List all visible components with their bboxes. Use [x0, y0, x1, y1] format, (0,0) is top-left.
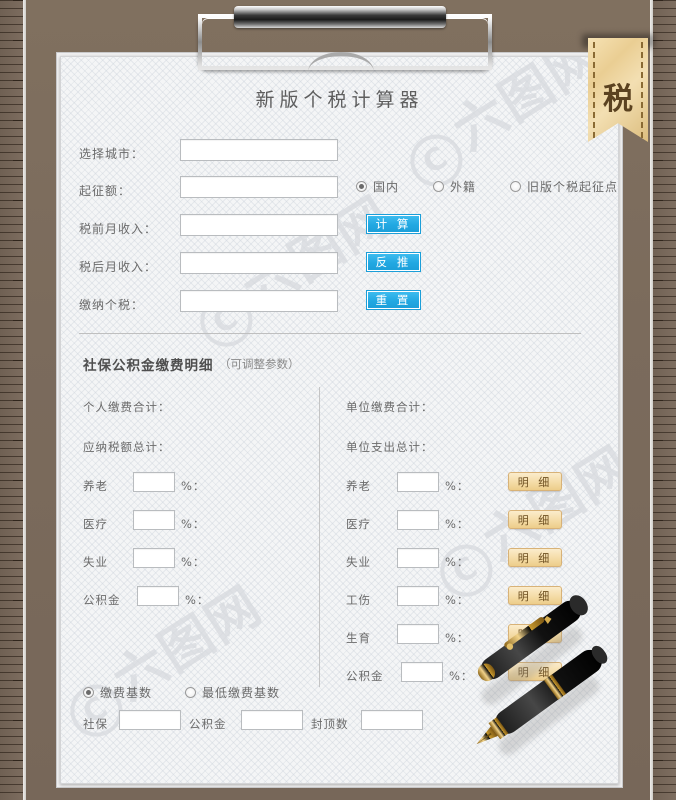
detail-button-unemployment[interactable]: 明 细 — [508, 548, 562, 567]
unit-personal-unemployment: %： — [181, 555, 206, 569]
label-company-maternity: 生育 — [346, 631, 371, 645]
watermark-logo-2: C六图网 — [387, 57, 614, 197]
app-window: C六图网 C六图网 C六图网 C六图网 新版个税计算器 选择城市： 起征额： — [0, 0, 676, 800]
radio-foreign-label: 外籍 — [450, 180, 477, 194]
column-divider — [319, 387, 320, 687]
paper-edge-right — [650, 0, 653, 800]
radio-foreign[interactable]: 外籍 — [433, 178, 476, 195]
input-company-medical[interactable] — [397, 510, 439, 530]
input-company-maternity[interactable] — [397, 624, 439, 644]
input-company-housing-fund[interactable] — [401, 662, 443, 682]
calculate-button[interactable]: 计 算 — [366, 214, 421, 234]
label-social-base: 社保 — [83, 717, 108, 731]
input-company-pension[interactable] — [397, 472, 439, 492]
label-personal-pension: 养老 — [83, 479, 108, 493]
label-cap-amount: 封顶数 — [311, 717, 349, 731]
radio-dot-icon — [433, 181, 444, 192]
label-select-city: 选择城市： — [79, 147, 145, 161]
unit-company-pension: %： — [445, 479, 470, 493]
section-subtitle: （可调整参数） — [219, 357, 300, 371]
input-company-injury[interactable] — [397, 586, 439, 606]
paper-sheet: C六图网 C六图网 C六图网 C六图网 新版个税计算器 选择城市： 起征额： — [60, 56, 619, 784]
radio-dot-icon — [185, 687, 196, 698]
unit-personal-medical: %： — [181, 517, 206, 531]
radio-old-threshold[interactable]: 旧版个税起征点 — [510, 178, 618, 195]
label-taxable-total: 应纳税额总计： — [83, 440, 171, 454]
label-aftertax-income: 税后月收入： — [79, 260, 158, 274]
ruler-ticks-right — [650, 0, 676, 800]
label-tax-paid: 缴纳个税： — [79, 298, 145, 312]
radio-old-threshold-label: 旧版个税起征点 — [527, 180, 619, 194]
radio-dot-icon — [83, 687, 94, 698]
label-pretax-income: 税前月收入： — [79, 222, 158, 236]
unit-company-injury: %： — [445, 593, 470, 607]
label-company-unemployment: 失业 — [346, 555, 371, 569]
radio-payment-base[interactable]: 缴费基数 — [83, 684, 152, 701]
input-fund-base[interactable] — [241, 710, 303, 730]
input-select-city[interactable] — [180, 139, 338, 161]
clipboard-clip — [198, 0, 492, 70]
radio-min-payment-base[interactable]: 最低缴费基数 — [185, 684, 280, 701]
reverse-calculate-button[interactable]: 反 推 — [366, 252, 421, 272]
input-personal-medical[interactable] — [133, 510, 175, 530]
label-personal-housing-fund: 公积金 — [83, 593, 121, 607]
radio-dot-icon — [510, 181, 521, 192]
label-company-medical: 医疗 — [346, 517, 371, 531]
input-threshold[interactable] — [180, 176, 338, 198]
ruler-left — [0, 0, 26, 800]
page-title: 新版个税计算器 — [255, 89, 424, 111]
label-company-injury: 工伤 — [346, 593, 371, 607]
ruler-right — [650, 0, 676, 800]
input-tax-paid[interactable] — [180, 290, 338, 312]
unit-company-medical: %： — [445, 517, 470, 531]
reset-button[interactable]: 重 置 — [366, 290, 421, 310]
section-divider — [79, 333, 581, 334]
input-company-unemployment[interactable] — [397, 548, 439, 568]
label-threshold: 起征额： — [79, 184, 132, 198]
unit-company-maternity: %： — [445, 631, 470, 645]
detail-button-maternity[interactable]: 明 细 — [508, 624, 562, 643]
input-pretax-income[interactable] — [180, 214, 338, 236]
unit-personal-housing-fund: %： — [185, 593, 210, 607]
radio-dot-icon — [356, 181, 367, 192]
label-fund-base: 公积金 — [189, 717, 227, 731]
section-title: 社保公积金缴费明细 — [83, 358, 214, 374]
unit-company-housing-fund: %： — [449, 669, 474, 683]
label-personal-medical: 医疗 — [83, 517, 108, 531]
radio-domestic[interactable]: 国内 — [356, 178, 399, 195]
input-aftertax-income[interactable] — [180, 252, 338, 274]
radio-min-payment-base-label: 最低缴费基数 — [202, 686, 281, 700]
input-personal-housing-fund[interactable] — [137, 586, 179, 606]
input-personal-pension[interactable] — [133, 472, 175, 492]
detail-button-pension[interactable]: 明 细 — [508, 472, 562, 491]
label-company-housing-fund: 公积金 — [346, 669, 384, 683]
radio-domestic-label: 国内 — [373, 180, 400, 194]
detail-button-medical[interactable]: 明 细 — [508, 510, 562, 529]
clip-bar — [234, 6, 446, 28]
label-company-expense-total: 单位支出总计： — [346, 440, 434, 454]
unit-personal-pension: %： — [181, 479, 206, 493]
detail-button-injury[interactable]: 明 细 — [508, 586, 562, 605]
unit-company-unemployment: %： — [445, 555, 470, 569]
label-company-pension: 养老 — [346, 479, 371, 493]
label-personal-unemployment: 失业 — [83, 555, 108, 569]
input-personal-unemployment[interactable] — [133, 548, 175, 568]
detail-button-housing-fund[interactable]: 明 细 — [508, 662, 562, 681]
input-social-base[interactable] — [119, 710, 181, 730]
input-cap-amount[interactable] — [361, 710, 423, 730]
label-personal-total: 个人缴费合计： — [83, 400, 171, 414]
paper-edge-left — [23, 0, 26, 800]
radio-payment-base-label: 缴费基数 — [100, 686, 153, 700]
ribbon-label: 税 — [603, 82, 633, 117]
label-company-total: 单位缴费合计： — [346, 400, 434, 414]
